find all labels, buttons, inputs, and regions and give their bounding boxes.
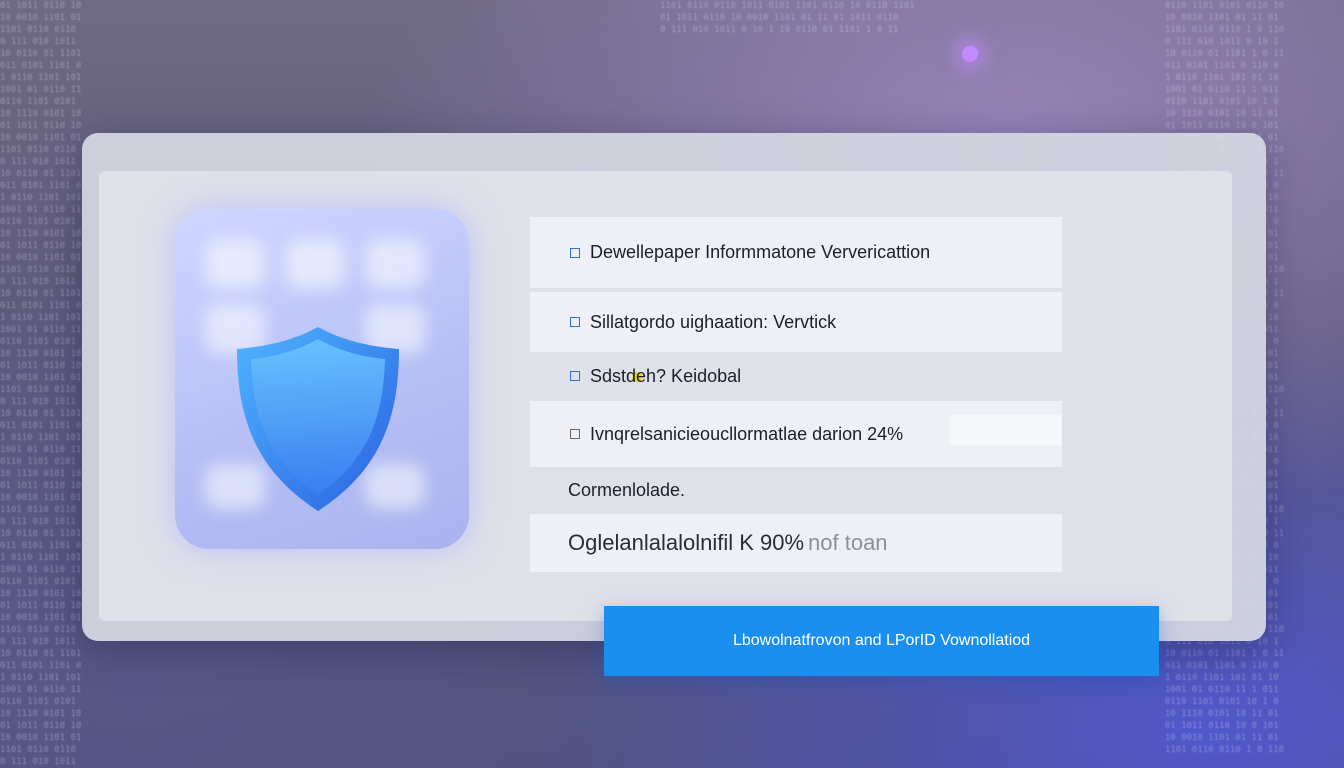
list-item-label: Sdstdeh? Keidobal (590, 365, 742, 386)
list-item-label: Dewellepaper Informmatone Ververicattion (590, 242, 931, 262)
list-item-label: Sillatgordo uighaation: Vervtick (590, 311, 837, 332)
background-code-top: 1101 0110 0110 1011 0101 1101 0110 10 01… (660, 1, 915, 35)
checkbox[interactable] (570, 429, 580, 439)
value-chip (950, 415, 1062, 445)
list-item-label: Ivnqrelsanicieoucllormatlae darion 24% (590, 423, 904, 444)
list-item[interactable]: Oglelanlalalolnifil K 90% nof toan (530, 514, 1062, 572)
list-item-label: Oglelanlalalolnifil K 90% (568, 530, 805, 555)
list-item[interactable]: Ivnqrelsanicieoucllormatlae darion 24% (530, 401, 1062, 467)
blur-tile (285, 239, 345, 289)
list-item-suffix: nof toan (808, 530, 888, 555)
verify-button[interactable]: Lbowolnatfrovon and LPorID Vownollatiod (604, 606, 1159, 676)
checkbox[interactable] (570, 317, 580, 327)
list-item-label: Cormenlolade. (568, 479, 686, 500)
security-illustration-tile (175, 209, 469, 549)
checkbox[interactable] (570, 247, 580, 258)
list-item[interactable]: Sdstdeh? Keidobal (530, 356, 1062, 396)
list-item: Cormenlolade. (530, 472, 1062, 508)
verify-button-label: Lbowolnatfrovon and LPorID Vownollatiod (732, 632, 1031, 649)
list-item[interactable]: Sillatgordo uighaation: Vervtick (530, 292, 1062, 352)
blur-tile (365, 239, 425, 289)
list-item[interactable]: Dewellepaper Informmatone Ververicattion (530, 217, 1062, 288)
checkbox[interactable] (570, 371, 580, 381)
blur-tile (205, 239, 265, 289)
shield-icon (237, 327, 399, 511)
glow-light (962, 46, 978, 62)
